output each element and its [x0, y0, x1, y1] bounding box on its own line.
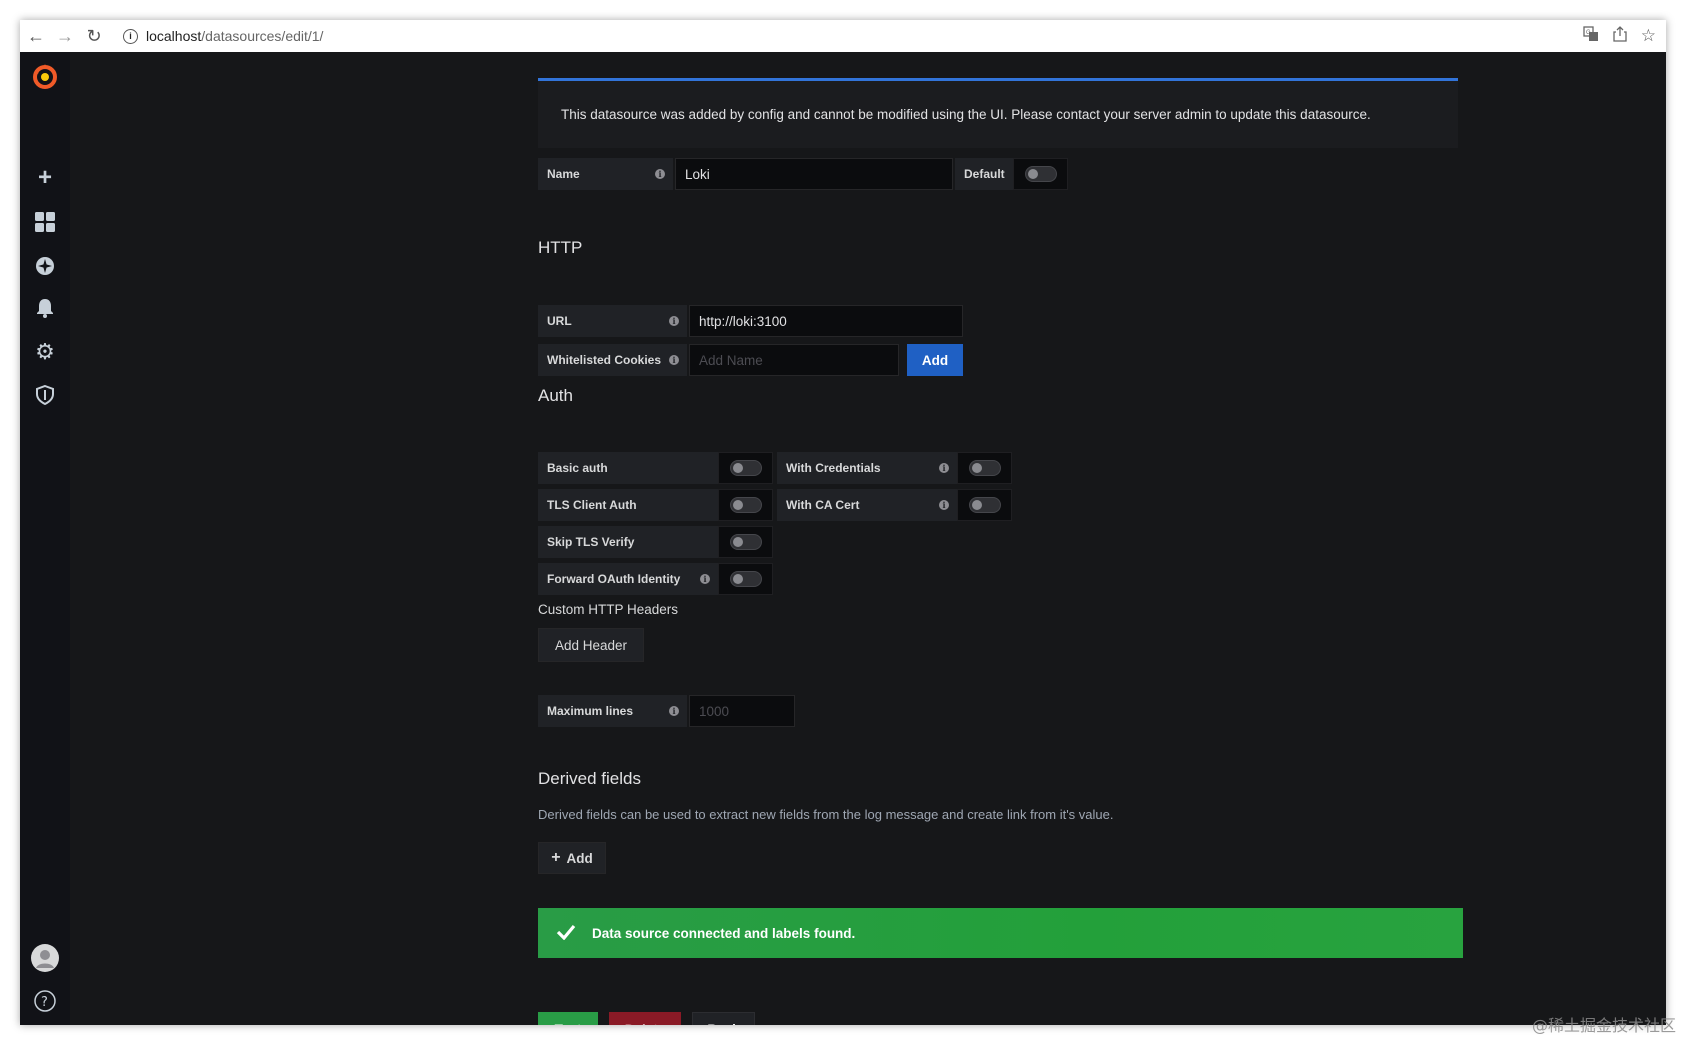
with-credentials-toggle-box — [957, 452, 1012, 484]
name-label-box: Name i — [538, 158, 673, 190]
avatar[interactable] — [20, 943, 70, 973]
add-cookie-button[interactable]: Add — [907, 344, 963, 376]
explore-compass-icon[interactable] — [20, 254, 70, 278]
url-label-box: URL i — [538, 305, 687, 337]
grafana-logo-icon[interactable] — [20, 60, 70, 92]
forward-arrow-icon[interactable]: → — [52, 23, 78, 49]
http-section-title: HTTP — [538, 238, 583, 257]
skip-tls-toggle-box — [718, 526, 773, 558]
cookies-input[interactable]: Add Name — [689, 344, 899, 376]
translate-icon[interactable]: G — [1583, 26, 1599, 46]
info-icon[interactable]: i — [939, 463, 949, 473]
shield-icon[interactable] — [20, 383, 70, 407]
with-credentials-toggle[interactable] — [968, 460, 1001, 476]
bookmark-star-icon[interactable]: ☆ — [1641, 26, 1656, 46]
forward-oauth-toggle[interactable] — [729, 571, 762, 587]
default-toggle[interactable] — [1024, 166, 1057, 182]
with-ca-cert-label-box: With CA Cert i — [777, 489, 957, 521]
url-path: /datasources/edit/1/ — [201, 28, 324, 44]
site-info-icon[interactable]: i — [123, 28, 138, 44]
info-icon[interactable]: i — [700, 574, 710, 584]
tls-client-auth-toggle-box — [718, 489, 773, 521]
forward-oauth-row: Forward OAuth Identity i — [538, 563, 773, 595]
sidebar: + ⚙ ? — [20, 52, 71, 1025]
reload-icon[interactable]: ↻ — [81, 23, 107, 49]
svg-text:G: G — [1586, 30, 1591, 36]
with-ca-cert-toggle-box — [957, 489, 1012, 521]
max-lines-label: Maximum lines — [547, 704, 634, 718]
default-label: Default — [964, 167, 1005, 181]
main-content: This datasource was added by config and … — [70, 52, 1666, 1025]
max-lines-row: Maximum lines i 1000 — [538, 695, 795, 727]
plus-icon[interactable]: + — [20, 164, 70, 191]
info-icon[interactable]: i — [669, 355, 679, 365]
default-label-box: Default — [955, 158, 1013, 190]
delete-button[interactable]: Delete — [609, 1012, 681, 1025]
cookies-row: Whitelisted Cookies i Add Name Add — [538, 344, 963, 376]
readonly-info-alert: This datasource was added by config and … — [538, 78, 1458, 148]
derived-fields-description: Derived fields can be used to extract ne… — [538, 807, 1114, 822]
url-label: URL — [547, 314, 572, 328]
with-credentials-label: With Credentials — [786, 461, 881, 475]
tls-client-auth-label-box: TLS Client Auth — [538, 489, 718, 521]
name-label: Name — [547, 167, 580, 181]
auth-section-title: Auth — [538, 386, 573, 405]
custom-headers-title: Custom HTTP Headers — [538, 602, 679, 617]
help-icon[interactable]: ? — [20, 988, 70, 1014]
skip-tls-label-box: Skip TLS Verify — [538, 526, 718, 558]
success-alert: Data source connected and labels found. — [538, 908, 1463, 958]
tls-client-auth-row: TLS Client Auth With CA Cert i — [538, 489, 1012, 521]
cookies-label-box: Whitelisted Cookies i — [538, 344, 687, 376]
bell-icon[interactable] — [20, 296, 70, 320]
browser-window: ← → ↻ i localhost/datasources/edit/1/ G … — [20, 20, 1666, 1025]
check-icon — [556, 924, 576, 943]
url-row: URL i http://loki:3100 — [538, 305, 963, 337]
skip-tls-row: Skip TLS Verify — [538, 526, 773, 558]
forward-oauth-label-box: Forward OAuth Identity i — [538, 563, 718, 595]
plus-icon: + — [551, 849, 561, 866]
readonly-info-text: This datasource was added by config and … — [561, 107, 1371, 122]
info-icon[interactable]: i — [655, 169, 665, 179]
url-host: localhost — [146, 28, 202, 44]
name-input[interactable]: Loki — [675, 158, 953, 190]
back-button[interactable]: Back — [692, 1012, 755, 1025]
svg-text:?: ? — [41, 995, 48, 1010]
skip-tls-label: Skip TLS Verify — [547, 535, 635, 549]
info-icon[interactable]: i — [939, 500, 949, 510]
with-credentials-label-box: With Credentials i — [777, 452, 957, 484]
tls-client-auth-toggle[interactable] — [729, 497, 762, 513]
max-lines-input[interactable]: 1000 — [689, 695, 795, 727]
cookies-label: Whitelisted Cookies — [547, 353, 662, 367]
forward-oauth-label: Forward OAuth Identity — [547, 572, 681, 586]
browser-toolbar: ← → ↻ i localhost/datasources/edit/1/ G … — [20, 20, 1666, 53]
max-lines-label-box: Maximum lines i — [538, 695, 687, 727]
forward-oauth-toggle-box — [718, 563, 773, 595]
add-derived-field-label: Add — [566, 850, 593, 866]
back-arrow-icon[interactable]: ← — [23, 23, 49, 49]
url-input[interactable]: http://loki:3100 — [689, 305, 963, 337]
add-header-button[interactable]: Add Header — [538, 628, 644, 662]
info-icon[interactable]: i — [669, 706, 679, 716]
basic-auth-label: Basic auth — [547, 461, 608, 475]
info-icon[interactable]: i — [669, 316, 679, 326]
derived-fields-title: Derived fields — [538, 769, 641, 788]
success-text: Data source connected and labels found. — [592, 925, 856, 941]
share-icon[interactable] — [1613, 26, 1627, 46]
tls-client-auth-label: TLS Client Auth — [547, 498, 637, 512]
with-ca-cert-toggle[interactable] — [968, 497, 1001, 513]
name-row: Name i Loki Default — [538, 158, 1068, 190]
dashboards-icon[interactable] — [20, 210, 70, 234]
basic-auth-toggle-box — [718, 452, 773, 484]
basic-auth-label-box: Basic auth — [538, 452, 718, 484]
basic-auth-row: Basic auth With Credentials i — [538, 452, 1012, 484]
basic-auth-toggle[interactable] — [729, 460, 762, 476]
skip-tls-toggle[interactable] — [729, 534, 762, 550]
address-bar[interactable]: i localhost/datasources/edit/1/ — [123, 28, 323, 44]
watermark: @稀土掘金技术社区 — [1531, 1016, 1676, 1035]
with-ca-cert-label: With CA Cert — [786, 498, 860, 512]
test-button[interactable]: Test — [538, 1012, 598, 1025]
add-derived-field-button[interactable]: + Add — [538, 842, 606, 874]
gear-icon[interactable]: ⚙ — [20, 339, 70, 364]
default-toggle-box — [1013, 158, 1068, 190]
